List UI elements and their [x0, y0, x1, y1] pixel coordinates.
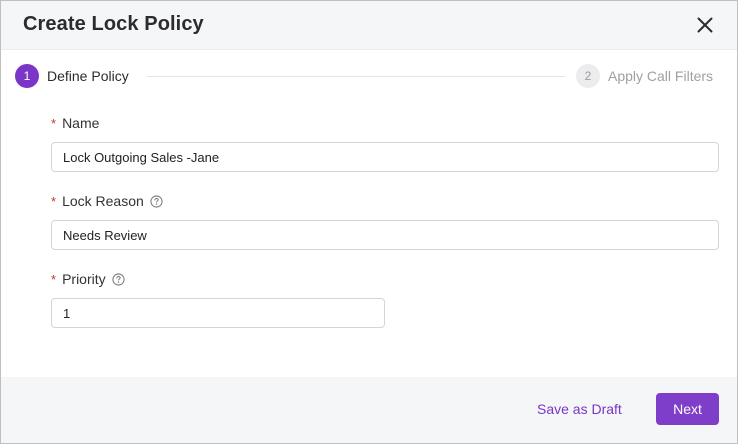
- close-icon: [697, 17, 713, 33]
- lock-reason-label: * Lock Reason: [51, 193, 163, 209]
- step-1-indicator: 1: [15, 64, 39, 88]
- required-marker: *: [51, 271, 57, 287]
- priority-label: * Priority: [51, 271, 125, 287]
- question-circle-icon[interactable]: [150, 194, 163, 208]
- step-1-label: Define Policy: [47, 68, 129, 84]
- step-2-indicator: 2: [576, 64, 600, 88]
- close-button[interactable]: [693, 13, 717, 37]
- required-marker: *: [51, 115, 57, 131]
- priority-label-text: Priority: [62, 271, 106, 287]
- step-2-label: Apply Call Filters: [608, 68, 714, 84]
- name-label-text: Name: [62, 115, 100, 131]
- required-marker: *: [51, 193, 57, 209]
- lock-reason-input[interactable]: [51, 220, 719, 250]
- name-label: * Name: [51, 115, 99, 131]
- dialog-footer: Save as Draft Next: [1, 377, 737, 443]
- question-circle-icon[interactable]: [112, 272, 125, 286]
- priority-input[interactable]: [51, 298, 385, 328]
- name-input[interactable]: [51, 142, 719, 172]
- lock-reason-label-text: Lock Reason: [62, 193, 144, 209]
- next-button[interactable]: Next: [656, 393, 719, 425]
- create-lock-policy-dialog: Create Lock Policy 1 Define Policy 2 App…: [0, 0, 738, 444]
- dialog-title: Create Lock Policy: [23, 13, 204, 35]
- step-connector: [147, 76, 565, 77]
- stepper: 1 Define Policy 2 Apply Call Filters: [1, 50, 737, 102]
- dialog-header: Create Lock Policy: [1, 1, 737, 50]
- save-as-draft-button[interactable]: Save as Draft: [523, 393, 636, 425]
